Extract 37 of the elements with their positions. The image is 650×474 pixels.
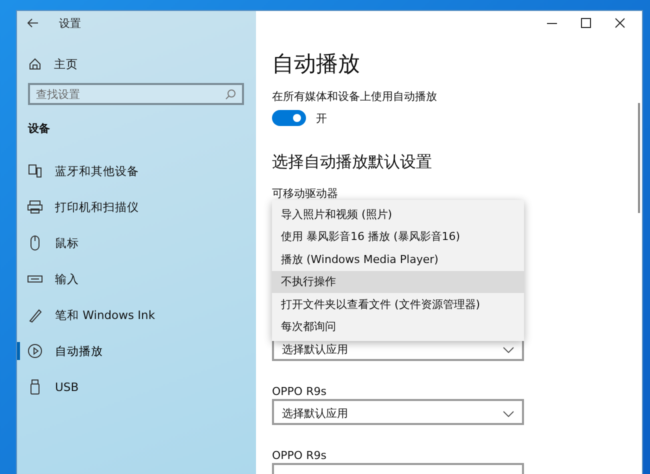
pen-icon (27, 307, 43, 323)
menu-option[interactable]: 使用 暴风影音16 播放 (暴风影音16) (272, 226, 524, 248)
app-dropdown[interactable]: 选择默认应用 (272, 399, 524, 425)
autoplay-toggle[interactable] (272, 110, 306, 126)
menu-option[interactable]: 播放 (Windows Media Player) (272, 248, 524, 270)
close-icon[interactable] (615, 18, 625, 28)
page-title: 自动播放 (272, 51, 361, 79)
window-title: 设置 (59, 16, 81, 30)
menu-option[interactable]: 导入照片和视频 (照片) (272, 203, 524, 226)
nav-item[interactable]: 蓝牙和其他设备 (17, 153, 256, 189)
home-link[interactable]: 主页 (28, 53, 256, 75)
nav-item[interactable]: 打印机和扫描仪 (17, 189, 256, 225)
back-arrow-icon[interactable] (27, 18, 39, 28)
menu-option[interactable]: 每次都询问 (272, 316, 524, 338)
scrollbar-thumb[interactable] (638, 103, 640, 213)
dropdown-label: OPPO R9s (272, 385, 328, 400)
home-icon (28, 57, 42, 71)
dropdown-label: OPPO R9s (272, 449, 328, 464)
search-icon (225, 88, 236, 100)
maximize-icon[interactable] (581, 18, 591, 28)
nav-item[interactable]: 笔和 Windows Ink (17, 297, 256, 333)
chevron-down-icon (503, 346, 514, 352)
printer-icon (27, 199, 43, 215)
menu-option[interactable]: 打开文件夹以查看文件 (文件资源管理器) (272, 293, 524, 316)
play-circle-icon (27, 343, 43, 359)
toggle-state: 开 (316, 110, 327, 126)
search-field[interactable]: 查找设置 (28, 83, 244, 105)
chevron-down-icon (503, 410, 514, 416)
section-heading: 设备 (28, 121, 51, 137)
nav-item[interactable]: 输入 (17, 261, 256, 297)
nav-item[interactable]: 鼠标 (17, 225, 256, 261)
section-heading: 选择自动播放默认设置 (272, 152, 433, 173)
nav-item[interactable]: 自动播放 (17, 333, 256, 369)
toggle-label: 在所有媒体和设备上使用自动播放 (272, 89, 438, 104)
menu-option[interactable]: 不执行操作 (272, 270, 524, 293)
nav-item[interactable]: USB (17, 369, 256, 405)
dropdown-label: 可移动驱动器 (272, 186, 339, 202)
